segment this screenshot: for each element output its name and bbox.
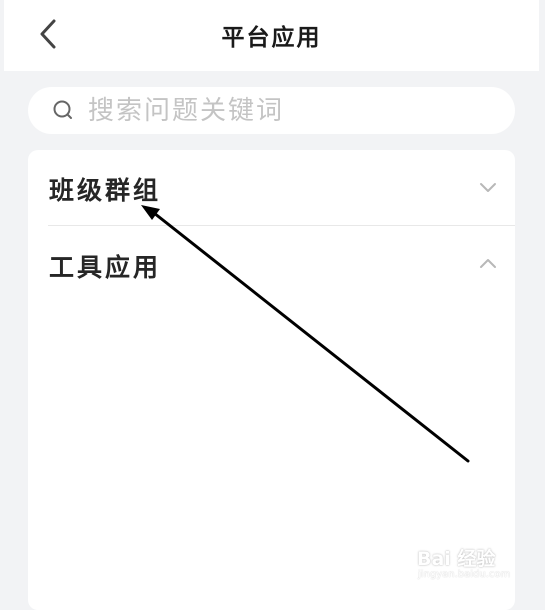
section-label: 工具应用 xyxy=(49,253,162,282)
section-card: 班级群组 工具应用 xyxy=(28,150,515,610)
page-title: 平台应用 xyxy=(221,24,322,51)
section-row-class-groups[interactable]: 班级群组 xyxy=(28,150,515,226)
section-label: 班级群组 xyxy=(49,176,162,205)
search-bar[interactable] xyxy=(28,87,515,134)
search-input[interactable] xyxy=(88,91,488,131)
section-divider xyxy=(48,225,515,226)
search-icon xyxy=(53,100,72,119)
chevron-up-icon xyxy=(480,259,496,268)
chevron-down-icon xyxy=(480,183,496,192)
section-row-tool-apps[interactable]: 工具应用 xyxy=(28,227,515,301)
top-bar: 平台应用 xyxy=(4,0,539,71)
